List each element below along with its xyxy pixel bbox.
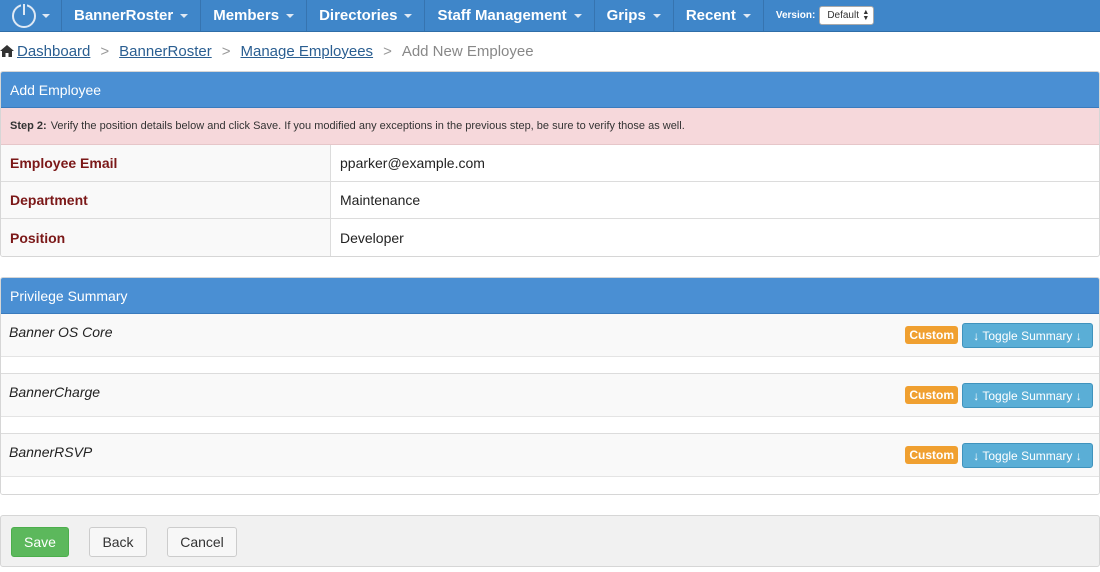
nav-item-label: BannerRoster — [74, 7, 174, 24]
version-select[interactable]: Default ▲ ▼ — [819, 6, 875, 25]
cancel-button[interactable]: Cancel — [167, 527, 237, 557]
updown-arrows-icon: ▲ ▼ — [862, 9, 870, 22]
toggle-summary-button[interactable]: ↓ Toggle Summary ↓ — [962, 383, 1093, 408]
nav-item-label: Staff Management — [437, 7, 567, 24]
chevron-down-icon — [41, 13, 50, 18]
privilege-row: Banner OS Core Custom ↓ Toggle Summary ↓ — [1, 314, 1099, 374]
chevron-down-icon — [286, 13, 295, 18]
info-value: Maintenance — [340, 192, 421, 208]
form-actions: Save Back Cancel — [0, 515, 1100, 567]
nav-item-label: Directories — [319, 7, 398, 24]
info-value: Developer — [340, 229, 404, 246]
chevron-down-icon — [742, 13, 751, 18]
nav-item-grips[interactable]: Grips — [595, 0, 674, 31]
nav-item-members[interactable]: Members — [201, 0, 308, 31]
privilege-row: BannerCharge Custom ↓ Toggle Summary ↓ — [1, 374, 1099, 434]
chevron-down-icon — [573, 13, 582, 18]
power-icon — [11, 3, 36, 28]
toggle-summary-button[interactable]: ↓ Toggle Summary ↓ — [962, 323, 1093, 348]
nav-item-label: Members — [213, 7, 280, 24]
info-label: Department — [1, 182, 331, 218]
privilege-name: BannerCharge — [9, 384, 101, 400]
breadcrumb-dashboard[interactable]: Dashboard — [17, 43, 90, 60]
chevron-down-icon — [652, 13, 661, 18]
version-select-value: Default — [827, 10, 859, 21]
breadcrumb-manage-employees[interactable]: Manage Employees — [240, 43, 373, 60]
step-alert: Step 2: Verify the position details belo… — [1, 108, 1099, 145]
alert-strong: Step 2: — [10, 120, 47, 132]
toggle-summary-button[interactable]: ↓ Toggle Summary ↓ — [962, 443, 1093, 468]
breadcrumb-separator: > — [383, 42, 392, 60]
nav-item-label: Grips — [606, 7, 646, 24]
version-control: Version: Default ▲ ▼ — [764, 0, 875, 31]
chevron-down-icon — [180, 13, 189, 18]
privilege-summary-panel: Privilege Summary Banner OS Core Custom … — [0, 277, 1100, 495]
chevron-down-icon — [404, 13, 413, 18]
custom-badge: Custom — [905, 386, 958, 404]
home-icon — [0, 45, 14, 57]
custom-badge: Custom — [905, 326, 958, 344]
nav-item-recent[interactable]: Recent — [674, 0, 764, 31]
breadcrumb-bannerroster[interactable]: BannerRoster — [119, 43, 212, 60]
top-navbar: BannerRoster Members Directories Staff M… — [0, 0, 1100, 32]
breadcrumb: Dashboard > BannerRoster > Manage Employ… — [0, 42, 534, 60]
panel-title: Add Employee — [1, 72, 1099, 108]
nav-item-bannerroster[interactable]: BannerRoster — [62, 0, 202, 31]
app-menu-button[interactable] — [0, 0, 62, 31]
breadcrumb-separator: > — [100, 42, 110, 60]
info-row-email: Employee Email pparker@example.com — [1, 145, 1099, 182]
privilege-name: Banner OS Core — [9, 324, 113, 340]
save-button[interactable]: Save — [11, 527, 69, 557]
info-label: Employee Email — [1, 145, 331, 181]
panel-title: Privilege Summary — [1, 278, 1099, 314]
add-employee-panel: Add Employee Step 2: Verify the position… — [0, 71, 1100, 257]
info-value: pparker@example.com — [340, 155, 485, 171]
privilege-name: BannerRSVP — [9, 444, 93, 460]
nav-item-label: Recent — [685, 7, 736, 24]
info-row-department: Department Maintenance — [1, 182, 1099, 219]
info-label: Position — [1, 219, 331, 256]
back-button[interactable]: Back — [89, 527, 147, 557]
breadcrumb-separator: > — [221, 42, 231, 60]
nav-item-staff-management[interactable]: Staff Management — [425, 0, 595, 31]
nav-item-directories[interactable]: Directories — [307, 0, 426, 31]
custom-badge: Custom — [905, 446, 958, 464]
alert-text: Verify the position details below and cl… — [50, 120, 685, 132]
breadcrumb-current: Add New Employee — [401, 42, 534, 60]
info-row-position: Position Developer — [1, 219, 1099, 256]
version-label: Version: — [775, 10, 816, 21]
privilege-row: BannerRSVP Custom ↓ Toggle Summary ↓ — [1, 434, 1099, 494]
